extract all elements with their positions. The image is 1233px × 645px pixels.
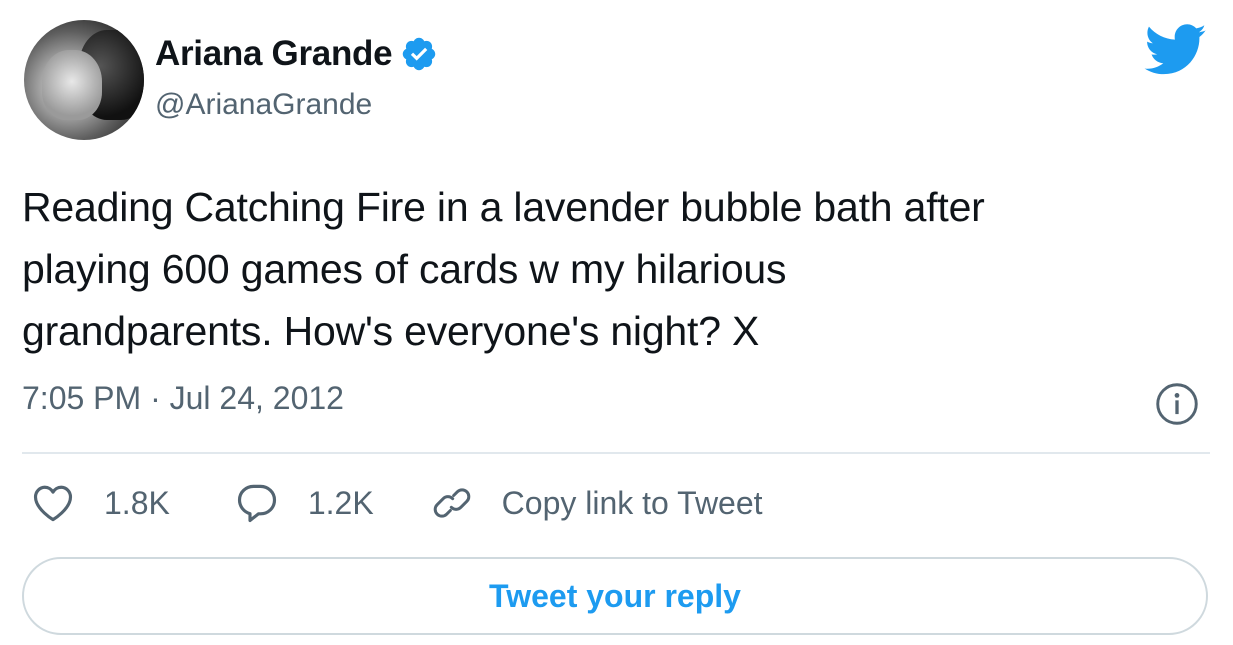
verified-badge-icon — [403, 37, 436, 71]
reply-count: 1.2K — [307, 484, 374, 521]
like-count: 1.8K — [104, 484, 170, 521]
tweet-text: Reading Catching Fire in a lavender bubb… — [22, 184, 985, 354]
tweet-your-reply-button[interactable]: Tweet your reply — [22, 557, 1208, 635]
tweet-actions: 1.8K 1.2K Copy link to Tweet — [32, 482, 763, 524]
author-handle[interactable]: @ArianaGrande — [155, 88, 372, 122]
author-name-row: Ariana Grande — [155, 34, 438, 74]
link-icon — [433, 488, 470, 518]
author-name[interactable]: Ariana Grande — [155, 34, 393, 74]
like-button[interactable]: 1.8K — [32, 483, 170, 523]
info-icon[interactable] — [1155, 382, 1199, 426]
avatar-face — [42, 50, 102, 120]
reply-bubble-icon — [237, 484, 276, 523]
tweet-timestamp[interactable]: 7:05 PM · Jul 24, 2012 — [22, 380, 344, 417]
avatar[interactable] — [24, 20, 144, 140]
twitter-bird-icon[interactable] — [1144, 24, 1208, 76]
copy-link-label: Copy link to Tweet — [501, 484, 763, 521]
divider — [22, 452, 1210, 454]
copy-link-button[interactable]: Copy link to Tweet — [432, 483, 763, 523]
reply-button[interactable]: 1.2K — [236, 482, 374, 524]
heart-icon — [33, 485, 73, 522]
